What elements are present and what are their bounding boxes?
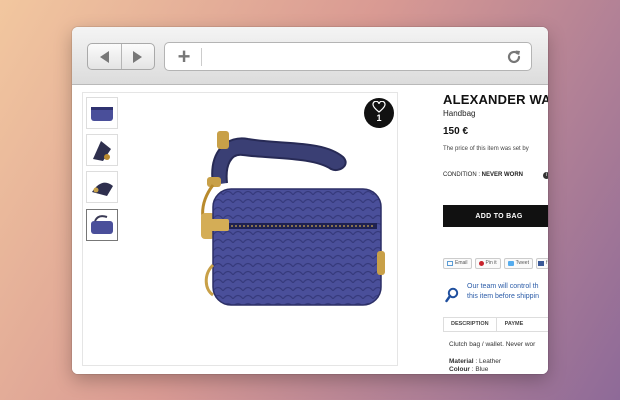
description-text: Clutch bag / wallet. Never wor (449, 341, 536, 348)
thumbnail-3[interactable] (86, 171, 118, 203)
address-divider (201, 48, 202, 66)
product-info: ALEXANDER WANG Handbag 150 € The price o… (443, 86, 548, 374)
condition-label: CONDITION : (443, 172, 482, 178)
product-image[interactable] (153, 115, 393, 335)
forward-button[interactable] (120, 44, 155, 69)
product-price: 150 € (443, 126, 469, 137)
tab-payment[interactable]: PAYME (497, 318, 532, 331)
plus-icon[interactable]: + (173, 46, 195, 68)
condition: CONDITION : NEVER WORN (443, 172, 523, 178)
address-bar[interactable]: + (164, 42, 532, 71)
condition-value: NEVER WORN (481, 172, 524, 178)
product-title: ALEXANDER WANG (443, 92, 548, 107)
back-arrow-icon (99, 50, 109, 63)
info-icon[interactable]: i (543, 172, 548, 179)
quality-control-note: Our team will control th this item befor… (467, 283, 539, 300)
thumbnail-1[interactable] (86, 97, 118, 129)
browser-window: + 1 ALEXANDER WA Handbag 150 € The price… (72, 27, 548, 374)
price-note: The price of this item was set by (443, 146, 529, 152)
product-tabs: DESCRIPTION PAYME (443, 317, 548, 332)
browser-toolbar: + (72, 27, 548, 85)
magnifier-icon (445, 287, 459, 303)
email-icon (447, 261, 453, 266)
page-content: 1 ALEXANDER WA Handbag 150 € The price o… (72, 86, 548, 374)
share-buttons: Email Pin it Tweet f (443, 258, 548, 269)
add-to-bag-button[interactable]: ADD TO BAG (443, 205, 548, 227)
nav-buttons (87, 43, 155, 70)
thumbnail-2[interactable] (86, 134, 118, 166)
product-type: Handbag (443, 109, 476, 118)
colour-attr: Colour : Blue (449, 366, 489, 373)
pinterest-icon (478, 261, 484, 266)
heart-icon (372, 101, 386, 113)
thumbnail-4[interactable] (86, 209, 118, 241)
back-button[interactable] (88, 44, 121, 69)
reload-icon[interactable] (505, 48, 523, 66)
product-gallery: 1 (82, 92, 398, 366)
material-attr: Material : Leather (449, 358, 502, 365)
forward-arrow-icon (133, 50, 143, 63)
pinterest-share-button[interactable]: Pin it (474, 258, 501, 269)
tweet-share-button[interactable]: Tweet (503, 258, 533, 269)
email-share-button[interactable]: Email (443, 258, 472, 269)
twitter-icon (507, 261, 514, 266)
facebook-share-button[interactable]: f (535, 258, 548, 269)
facebook-icon (537, 261, 544, 266)
tab-description[interactable]: DESCRIPTION (443, 318, 497, 331)
